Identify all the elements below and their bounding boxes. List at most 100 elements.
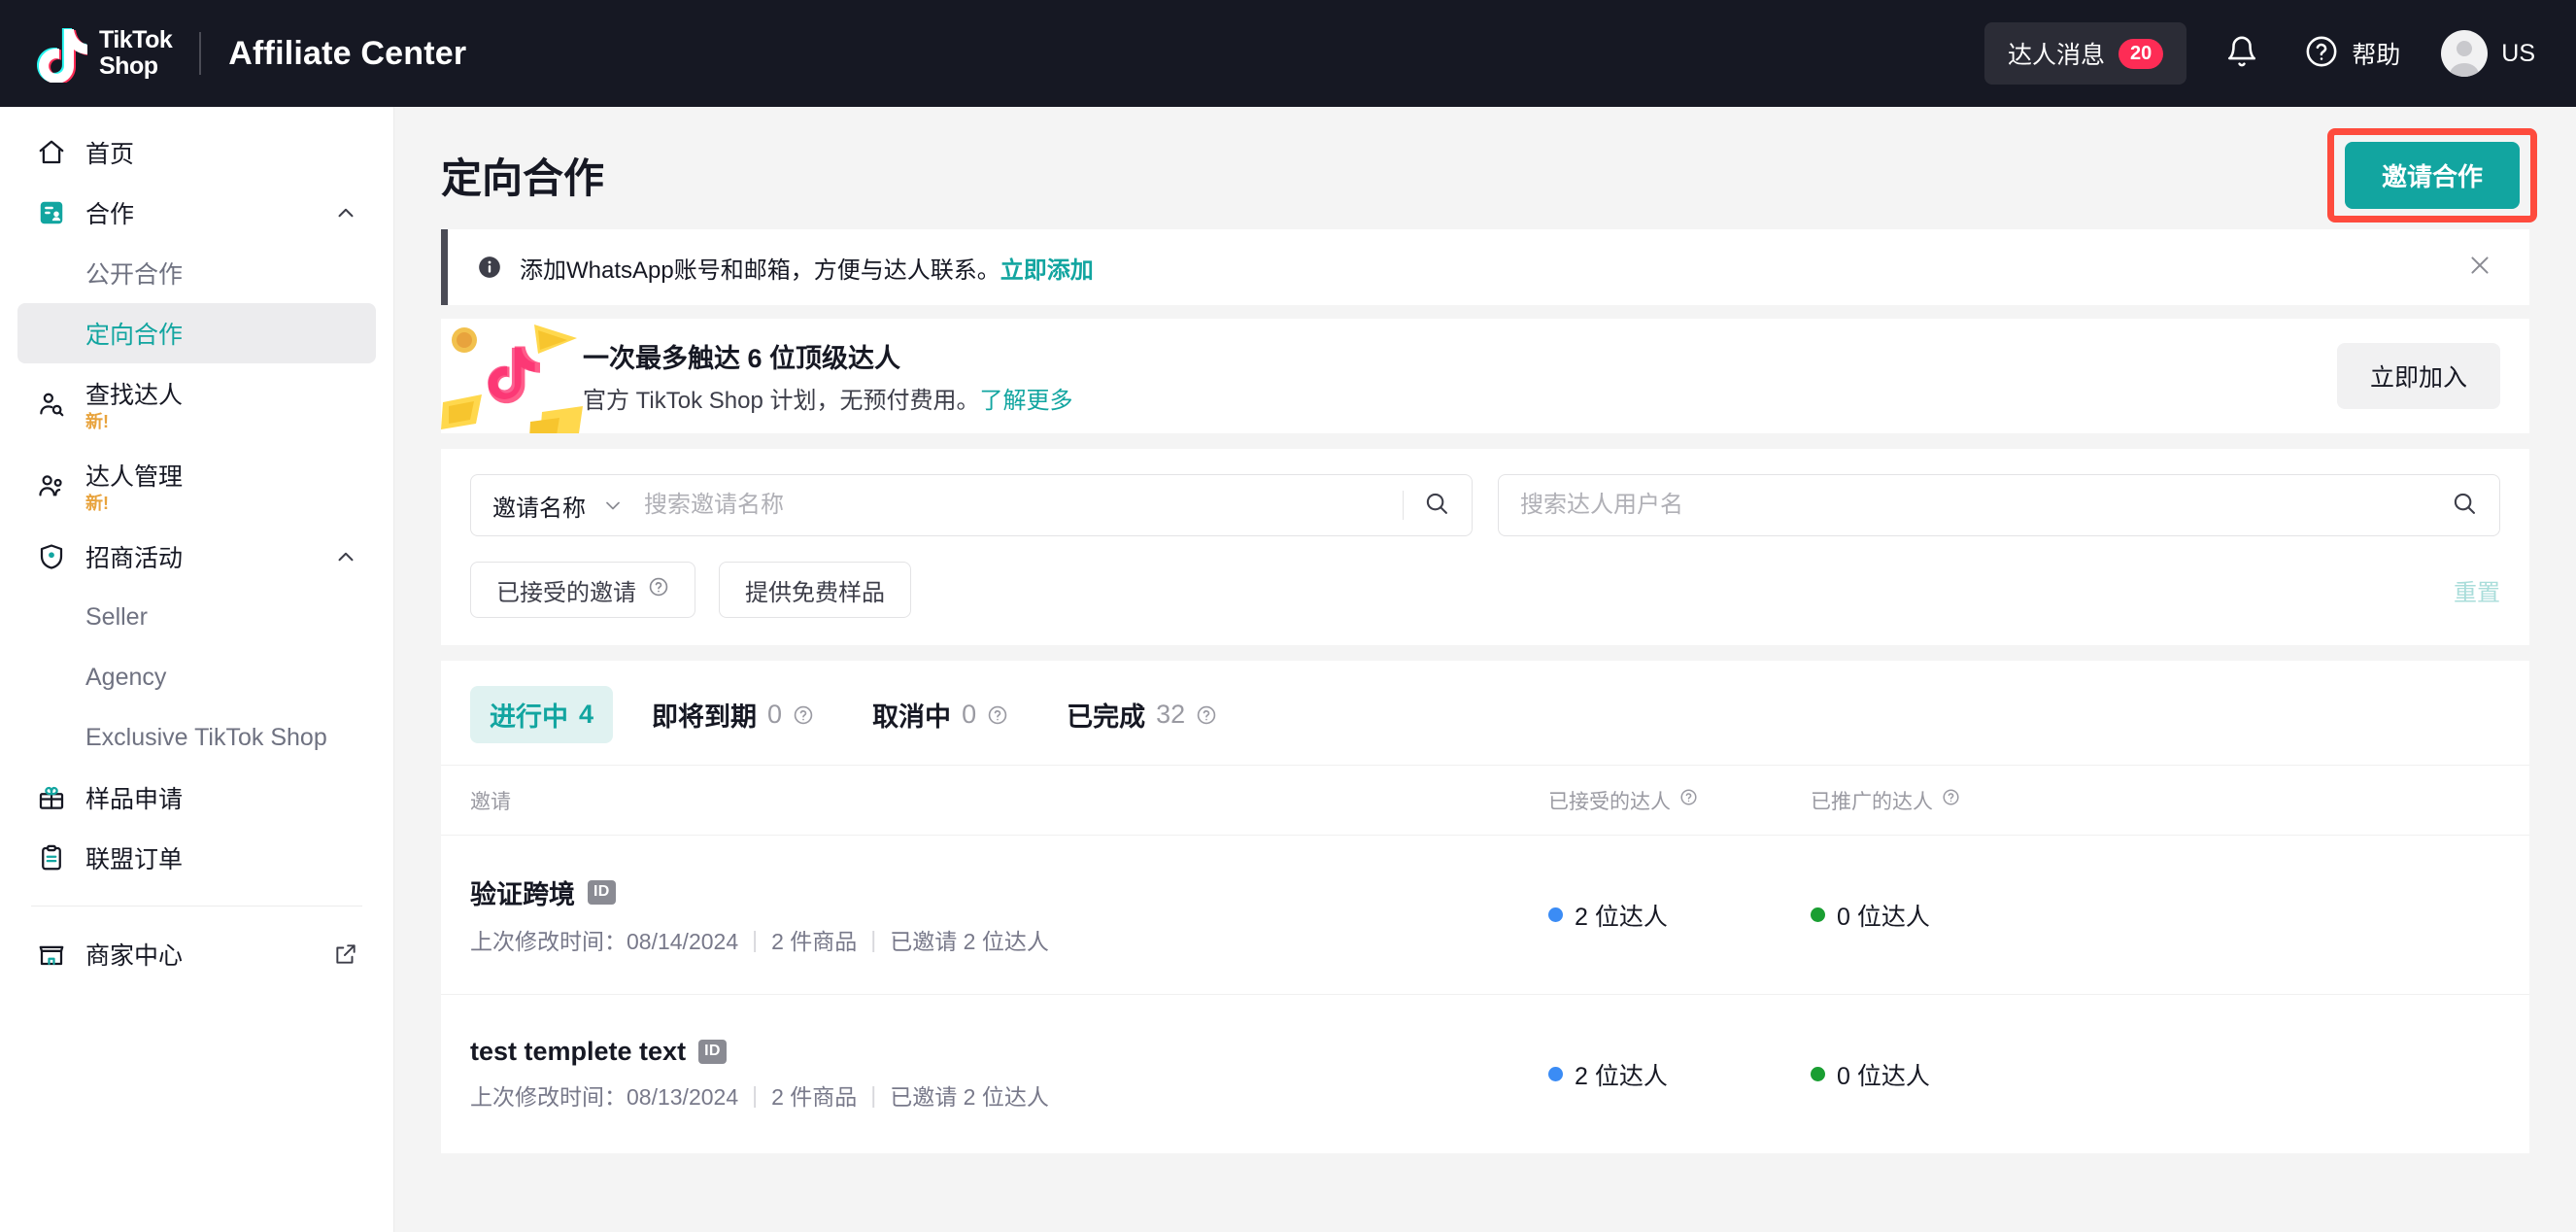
question-circle-icon[interactable] [793, 704, 814, 726]
input-divider [1403, 491, 1404, 520]
reset-filters-link[interactable]: 重置 [2454, 573, 2500, 607]
creator-messages-badge: 20 [2118, 39, 2163, 69]
sidebar-item-exclusive-tiktok-shop[interactable]: Exclusive TikTok Shop [17, 707, 376, 768]
help-button[interactable]: 帮助 [2305, 35, 2400, 73]
invite-meta: 上次修改时间：08/14/2024 | 2 件商品 | 已邀请 2 位达人 [470, 923, 1548, 956]
invite-title[interactable]: test templete text [470, 1037, 686, 1067]
meta-separator: | [752, 927, 758, 953]
sidebar-item-find-creators[interactable]: 查找达人 新! [17, 363, 376, 445]
gift-icon [35, 781, 68, 814]
user-menu[interactable]: US [2441, 30, 2535, 77]
sidebar-divider [31, 906, 362, 907]
invite-product-count: 2 件商品 [771, 923, 857, 956]
sidebar-item-label: 首页 [85, 135, 134, 170]
meta-separator: | [752, 1082, 758, 1109]
invite-title-line: test templete text ID [470, 1037, 1548, 1067]
people-icon [35, 469, 68, 502]
close-icon[interactable] [2459, 245, 2500, 291]
tab-in-progress[interactable]: 进行中 4 [470, 686, 613, 743]
column-header-promoted-creators: 已推广的达人 [1811, 786, 2102, 815]
brand-wordmark-line2: Shop [99, 52, 158, 80]
sidebar-item-targeted-collaboration[interactable]: 定向合作 [17, 303, 376, 363]
status-tabs: 进行中 4 即将到期 0 取消中 0 已完成 32 [441, 661, 2529, 765]
invite-name-search-input[interactable] [644, 492, 1403, 519]
sidebar-item-collaboration[interactable]: 合作 [17, 183, 376, 243]
brand-logo[interactable]: TikTok Shop [0, 24, 172, 83]
table-header-row: 邀请 已接受的达人 已推广的达人 [441, 765, 2529, 835]
invite-collaboration-button[interactable]: 邀请合作 [2345, 142, 2520, 209]
tab-expiring-soon[interactable]: 即将到期 0 [632, 686, 833, 743]
handshake-icon [35, 196, 68, 229]
sidebar-item-label: 合作 [85, 195, 134, 230]
promo-heading: 一次最多触达 6 位顶级达人 [583, 337, 1073, 375]
question-circle-icon[interactable] [648, 576, 669, 604]
header-actions: 达人消息 20 帮助 US [1984, 22, 2576, 85]
sidebar-item-open-collaboration[interactable]: 公开合作 [17, 243, 376, 303]
tab-count: 4 [579, 700, 593, 730]
promo-subtext-text: 官方 TikTok Shop 计划，无预付费用。 [583, 388, 980, 414]
invite-modified-prefix: 上次修改时间： [470, 1084, 627, 1110]
sidebar-item-label: Agency [85, 664, 166, 692]
notifications-button[interactable] [2212, 23, 2272, 84]
tab-cancelling[interactable]: 取消中 0 [853, 686, 1028, 743]
invite-button-highlight-wrapper: 邀请合作 [2327, 128, 2537, 222]
sidebar-item-new-badge: 新! [85, 413, 183, 432]
sidebar-item-sample-requests[interactable]: 样品申请 [17, 768, 376, 828]
accepted-creators-value: 2 位达人 [1575, 1057, 1668, 1092]
chevron-up-icon[interactable] [333, 544, 358, 569]
filter-chip-free-samples[interactable]: 提供免费样品 [719, 562, 911, 618]
invites-table-card: 进行中 4 即将到期 0 取消中 0 已完成 32 [441, 661, 2529, 1153]
question-circle-icon[interactable] [1196, 704, 1217, 726]
filter-search-row: 邀请名称 [470, 474, 2500, 536]
tab-label: 即将到期 [652, 696, 757, 734]
tab-completed[interactable]: 已完成 32 [1047, 686, 1237, 743]
column-header-invite: 邀请 [470, 786, 1548, 815]
promo-learn-more-link[interactable]: 了解更多 [980, 388, 1073, 414]
table-row[interactable]: 验证跨境 ID 上次修改时间：08/14/2024 | 2 件商品 | 已邀请 … [441, 835, 2529, 994]
sidebar-item-agency[interactable]: Agency [17, 647, 376, 707]
sidebar: 首页 合作 公开合作 定向合作 [0, 107, 394, 1232]
promo-illustration [441, 319, 583, 433]
column-header-label: 已接受的达人 [1548, 786, 1671, 815]
sidebar-item-new-badge: 新! [85, 495, 183, 514]
question-circle-icon[interactable] [1942, 788, 1960, 812]
info-icon [477, 255, 502, 280]
creator-username-search-input[interactable] [1520, 492, 2451, 519]
search-icon[interactable] [2451, 490, 2478, 522]
avatar [2441, 30, 2488, 77]
promo-text: 一次最多触达 6 位顶级达人 官方 TikTok Shop 计划，无预付费用。了… [583, 337, 1073, 415]
sidebar-item-affiliate-orders[interactable]: 联盟订单 [17, 828, 376, 888]
question-circle-icon[interactable] [987, 704, 1008, 726]
page-title: 定向合作 [441, 146, 604, 205]
sidebar-item-seller[interactable]: Seller [17, 587, 376, 647]
creator-messages-button[interactable]: 达人消息 20 [1984, 22, 2186, 85]
tiktok-logo-icon [35, 24, 87, 83]
table-row[interactable]: test templete text ID 上次修改时间：08/13/2024 … [441, 994, 2529, 1153]
invite-name-select-label[interactable]: 邀请名称 [492, 489, 586, 523]
join-now-button[interactable]: 立即加入 [2337, 343, 2500, 409]
invite-cell: 验证跨境 ID 上次修改时间：08/14/2024 | 2 件商品 | 已邀请 … [470, 873, 1548, 956]
invite-title[interactable]: 验证跨境 [470, 873, 575, 911]
sidebar-item-home[interactable]: 首页 [17, 122, 376, 183]
invite-cell: test templete text ID 上次修改时间：08/13/2024 … [470, 1037, 1548, 1112]
sidebar-item-campaigns[interactable]: 招商活动 [17, 527, 376, 587]
sidebar-item-seller-center[interactable]: 商家中心 [17, 924, 376, 984]
search-icon[interactable] [1423, 490, 1450, 522]
accepted-creators-cell: 2 位达人 [1548, 1057, 1811, 1092]
filter-chip-accepted-invites[interactable]: 已接受的邀请 [470, 562, 695, 618]
alert-action-link[interactable]: 立即添加 [1000, 257, 1094, 284]
column-header-label: 邀请 [470, 786, 511, 815]
main-content: 定向合作 邀请合作 添加WhatsApp账号和邮箱，方便与达人联系。立即添加 [394, 107, 2576, 1232]
id-badge[interactable]: ID [698, 1040, 727, 1064]
sidebar-item-label: 样品申请 [85, 780, 183, 815]
meta-separator: | [870, 927, 876, 953]
creator-messages-label: 达人消息 [2008, 36, 2105, 71]
chevron-down-icon[interactable] [601, 494, 625, 517]
id-badge[interactable]: ID [588, 880, 616, 905]
chevron-up-icon[interactable] [333, 200, 358, 225]
filter-chip-label: 已接受的邀请 [496, 573, 636, 607]
brand-divider [199, 32, 201, 75]
sidebar-item-creator-management[interactable]: 达人管理 新! [17, 445, 376, 527]
question-circle-icon[interactable] [1679, 788, 1698, 812]
external-link-icon[interactable] [333, 941, 358, 967]
